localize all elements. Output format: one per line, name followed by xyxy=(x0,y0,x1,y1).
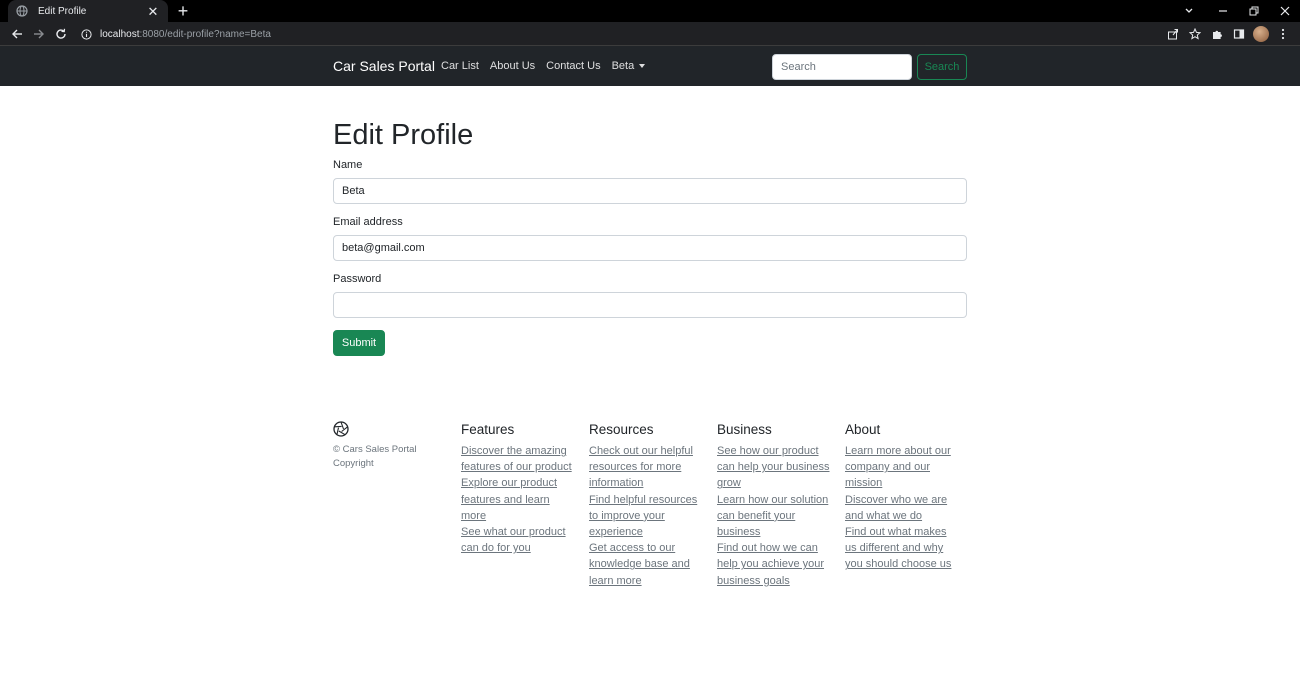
password-field[interactable] xyxy=(333,291,967,318)
toolbar-actions xyxy=(1162,22,1294,46)
nav-link-contact-us[interactable]: Contact Us xyxy=(546,60,600,72)
user-dropdown-label: Beta xyxy=(611,60,635,72)
email-field-group: Email address xyxy=(333,216,967,261)
nav-links: Car List About Us Contact Us Beta xyxy=(441,46,646,86)
url-path: :8080/edit-profile?name=Beta xyxy=(139,28,271,40)
footer-link-list: Check out our helpful resources for more… xyxy=(589,443,717,589)
bookmark-star-icon[interactable] xyxy=(1184,23,1206,45)
search-button[interactable]: Search xyxy=(917,54,967,80)
url-host: localhost xyxy=(100,28,140,40)
footer-link[interactable]: See how our product can help your busine… xyxy=(717,443,833,492)
footer-link[interactable]: See what our product can do for you xyxy=(461,524,577,556)
address-bar[interactable]: localhost:8080/edit-profile?name=Beta xyxy=(76,24,1154,44)
extensions-icon[interactable] xyxy=(1206,23,1228,45)
email-field[interactable] xyxy=(333,234,967,261)
footer-heading: Business xyxy=(717,422,772,437)
restore-icon[interactable] xyxy=(1238,0,1269,22)
footer-column-resources: Resources Check out our helpful resource… xyxy=(589,421,717,589)
footer: © Cars Sales Portal Copyright Features D… xyxy=(333,421,973,589)
name-label: Name xyxy=(333,158,363,171)
nav-link-car-list[interactable]: Car List xyxy=(441,60,479,72)
tab-title: Edit Profile xyxy=(38,5,87,17)
aperture-icon[interactable] xyxy=(333,421,349,437)
forward-arrow-icon[interactable] xyxy=(28,23,50,45)
name-field[interactable] xyxy=(333,177,967,204)
reload-icon[interactable] xyxy=(50,23,72,45)
window-controls xyxy=(1207,0,1300,22)
password-field-group: Password xyxy=(333,273,967,318)
footer-column-about: About Learn more about our company and o… xyxy=(845,421,973,589)
nav-link-about-us[interactable]: About Us xyxy=(490,60,535,72)
footer-link[interactable]: Check out our helpful resources for more… xyxy=(589,443,705,492)
footer-link[interactable]: Get access to our knowledge base and lea… xyxy=(589,540,705,589)
user-dropdown[interactable]: Beta xyxy=(612,60,646,72)
back-arrow-icon[interactable] xyxy=(6,23,28,45)
close-tab-icon[interactable]: ✕ xyxy=(146,5,160,18)
footer-brand: © Cars Sales Portal Copyright xyxy=(333,421,461,589)
footer-link[interactable]: Explore our product features and learn m… xyxy=(461,475,577,524)
name-field-group: Name xyxy=(333,159,967,204)
footer-link-list: Learn more about our company and our mis… xyxy=(845,443,973,573)
footer-copyright: © Cars Sales Portal Copyright xyxy=(333,444,417,469)
minimize-icon[interactable] xyxy=(1207,0,1238,22)
side-panel-icon[interactable] xyxy=(1228,23,1250,45)
footer-link[interactable]: Discover the amazing features of our pro… xyxy=(461,443,577,475)
new-tab-button[interactable]: + xyxy=(174,1,192,21)
footer-link-list: Discover the amazing features of our pro… xyxy=(461,443,589,556)
footer-heading: Features xyxy=(461,422,515,437)
footer-link[interactable]: Discover who we are and what we do xyxy=(845,492,961,524)
footer-column-business: Business See how our product can help yo… xyxy=(717,421,845,589)
browser-tab[interactable]: Edit Profile ✕ xyxy=(8,0,168,22)
password-label: Password xyxy=(333,272,382,285)
more-menu-icon[interactable] xyxy=(1272,23,1294,45)
email-label: Email address xyxy=(333,215,403,228)
info-icon[interactable] xyxy=(80,28,92,40)
share-icon[interactable] xyxy=(1162,23,1184,45)
page-title: Edit Profile xyxy=(333,119,474,151)
search-input[interactable] xyxy=(772,54,912,80)
footer-heading: Resources xyxy=(589,422,654,437)
browser-tab-strip: Edit Profile ✕ + xyxy=(0,0,1300,22)
globe-icon xyxy=(16,5,28,17)
close-window-icon[interactable] xyxy=(1269,0,1300,22)
site-navbar: Car Sales Portal Car List About Us Conta… xyxy=(0,46,1300,86)
footer-link[interactable]: Find out what makes us different and why… xyxy=(845,524,961,573)
browser-toolbar: localhost:8080/edit-profile?name=Beta xyxy=(0,22,1300,46)
footer-column-features: Features Discover the amazing features o… xyxy=(461,421,589,589)
edit-profile-form: Edit Profile Name Email address Password… xyxy=(333,108,967,356)
avatar xyxy=(1253,26,1269,42)
submit-button[interactable]: Submit xyxy=(333,329,385,356)
footer-link[interactable]: Find helpful resources to improve your e… xyxy=(589,492,705,541)
profile-avatar[interactable] xyxy=(1250,23,1272,45)
caret-down-icon xyxy=(639,64,646,68)
footer-link[interactable]: Learn more about our company and our mis… xyxy=(845,443,961,492)
footer-link[interactable]: Learn how our solution can benefit your … xyxy=(717,492,833,541)
footer-heading: About xyxy=(845,422,881,437)
footer-link-list: See how our product can help your busine… xyxy=(717,443,845,589)
navbar-brand[interactable]: Car Sales Portal xyxy=(333,46,435,86)
footer-link[interactable]: Find out how we can help you achieve you… xyxy=(717,540,833,589)
tab-search-icon[interactable] xyxy=(1178,0,1200,22)
